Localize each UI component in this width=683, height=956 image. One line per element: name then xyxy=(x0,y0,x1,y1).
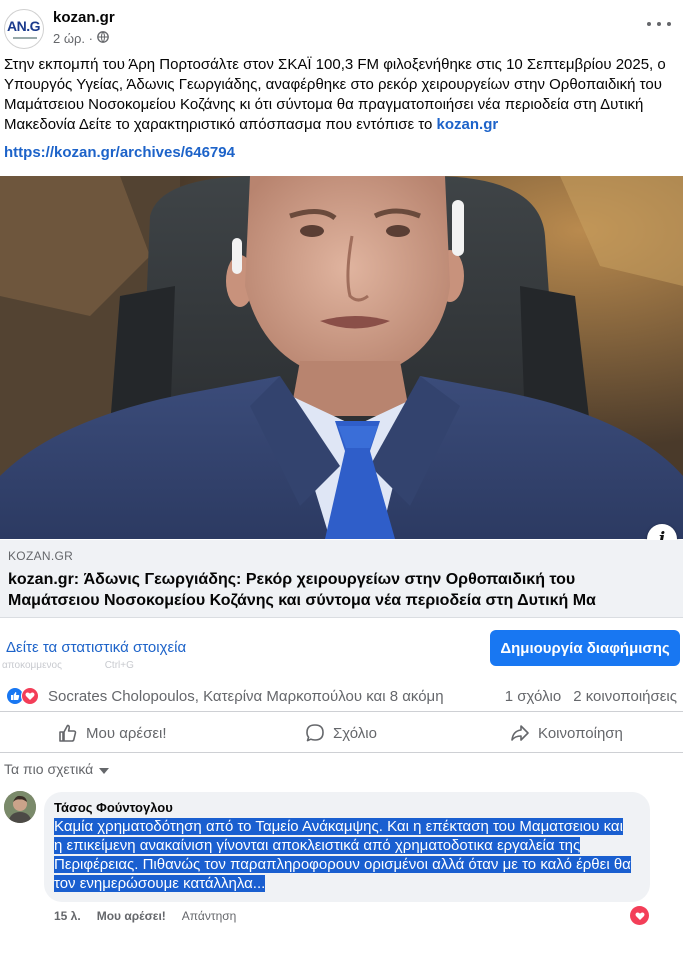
comment-love-reaction-icon[interactable] xyxy=(630,906,649,925)
comment-time[interactable]: 15 λ. xyxy=(54,909,81,923)
love-reaction-icon xyxy=(21,687,39,705)
post-text: Στην εκπομπή του Άρη Πορτοσάλτε στον ΣΚΑ… xyxy=(4,55,679,135)
thumbs-up-icon xyxy=(58,723,78,743)
man-in-suit-image xyxy=(0,176,683,539)
post-header: AN.G kozan.gr 2 ώρ. · xyxy=(0,0,683,52)
link-preview-title: kozan.gr: Άδωνις Γεωργιάδης: Ρεκόρ χειρο… xyxy=(8,569,678,611)
comment-like-link[interactable]: Μου αρέσει! xyxy=(97,909,166,923)
post-url-link[interactable]: https://kozan.gr/archives/646794 xyxy=(4,144,235,161)
reactors-text[interactable]: Socrates Cholopoulos, Κατερίνα Μαρκοπούλ… xyxy=(48,688,444,705)
comment-meta: 15 λ. Μου αρέσει! Απάντηση xyxy=(54,909,236,923)
page-logo-text: AN.G xyxy=(7,18,41,34)
post-inline-link[interactable]: kozan.gr xyxy=(437,116,499,133)
comment-button[interactable]: Σχόλιο xyxy=(305,713,377,753)
shares-count[interactable]: 2 κοινοποιήσεις xyxy=(573,688,677,705)
ghost-text-left: αποκομμενος xyxy=(2,660,62,671)
create-ad-button[interactable]: Δημιουργία διαφήμισης xyxy=(490,630,680,666)
link-preview-title-line-2: Μαμάτσειου Νοσοκομείου Κοζάνης και σύντο… xyxy=(8,592,596,609)
post-meta: 2 ώρ. · xyxy=(53,31,109,46)
page-name[interactable]: kozan.gr xyxy=(53,9,115,26)
comment-reply-link[interactable]: Απάντηση xyxy=(182,909,237,923)
post-photo[interactable] xyxy=(0,176,683,539)
engagement-counts: 1 σχόλιο 2 κοινοποιήσεις xyxy=(505,688,677,705)
globe-icon xyxy=(97,31,109,46)
ghost-text-right: Ctrl+G xyxy=(104,660,134,671)
caret-down-icon xyxy=(99,761,110,777)
post-text-body: Στην εκπομπή του Άρη Πορτοσάλτε στον ΣΚΑ… xyxy=(4,56,666,133)
like-button-label: Μου αρέσει! xyxy=(86,724,167,742)
comment-sort-dropdown[interactable]: Τα πιο σχετικά xyxy=(4,761,110,777)
more-options-icon[interactable] xyxy=(647,14,671,34)
link-preview-domain: KOZAN.GR xyxy=(8,549,74,563)
comment-button-label: Σχόλιο xyxy=(333,724,377,742)
comment-sort-label: Τα πιο σχετικά xyxy=(4,761,94,777)
share-icon xyxy=(510,723,530,743)
link-preview-title-line-1: kozan.gr: Άδωνις Γεωργιάδης: Ρεκόρ χειρο… xyxy=(8,571,576,588)
like-button[interactable]: Μου αρέσει! xyxy=(58,713,167,753)
view-insights-link[interactable]: Δείτε τα στατιστικά στοιχεία xyxy=(6,639,186,656)
comments-count[interactable]: 1 σχόλιο xyxy=(505,688,561,705)
reaction-icons[interactable] xyxy=(6,687,44,705)
comment-text-selected: Καμία χρηματοδότηση από το Ταμείο Ανάκαμ… xyxy=(54,818,631,892)
comment-author[interactable]: Τάσος Φούντογλου xyxy=(54,800,173,815)
comment-author-avatar[interactable] xyxy=(4,791,36,823)
post-actions: Μου αρέσει! Σχόλιο Κοινοποίηση xyxy=(0,713,683,753)
page-avatar[interactable]: AN.G xyxy=(4,9,44,49)
reactions-summary: Socrates Cholopoulos, Κατερίνα Μαρκοπούλ… xyxy=(0,680,683,712)
share-button-label: Κοινοποίηση xyxy=(538,724,623,742)
ghost-overlay-text: αποκομμενος Ctrl+G xyxy=(2,660,174,671)
comment-text: Καμία χρηματοδότηση από το Ταμείο Ανάκαμ… xyxy=(54,817,634,893)
comment-icon xyxy=(305,723,325,743)
share-button[interactable]: Κοινοποίηση xyxy=(510,713,623,753)
post-time[interactable]: 2 ώρ. · xyxy=(53,31,93,46)
link-preview-card[interactable]: KOZAN.GR kozan.gr: Άδωνις Γεωργιάδης: Ρε… xyxy=(0,540,683,618)
page-logo-underline xyxy=(13,37,37,39)
